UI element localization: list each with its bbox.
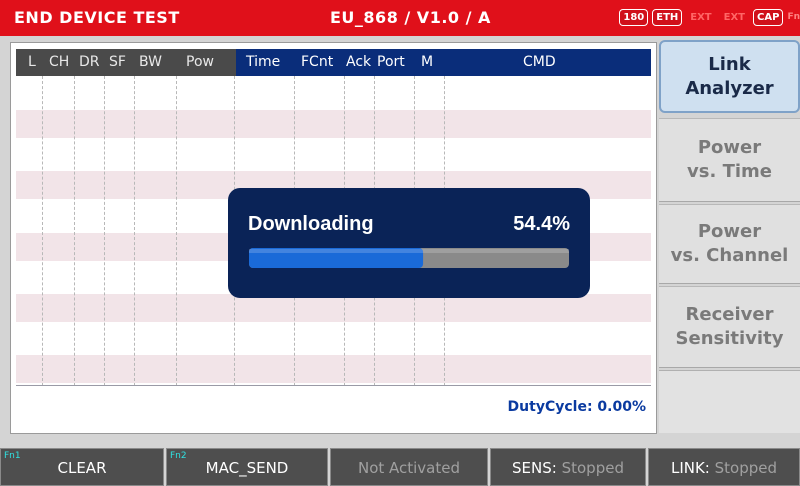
clear-button[interactable]: Fn1 CLEAR: [0, 448, 164, 486]
table-row: [16, 141, 651, 169]
not-activated-label: Not Activated: [357, 459, 461, 477]
col-header-port: Port: [377, 54, 405, 70]
col-header-ack: Ack: [346, 54, 372, 70]
col-header-dr: DR: [79, 54, 100, 70]
dialog-title: Downloading: [248, 213, 374, 235]
progress-gloss: [249, 249, 569, 253]
column-divider: [74, 76, 75, 386]
col-header-pow: Pow: [186, 54, 214, 70]
col-header-ch: CH: [49, 54, 70, 70]
sens-status-button[interactable]: SENS: Stopped: [490, 448, 646, 486]
badge-cap: CAP: [753, 9, 784, 26]
softkey-bar: Fn1 CLEAR Fn2 MAC_SEND Not Activated SEN…: [0, 448, 800, 486]
link-status: LINK: Stopped: [649, 459, 799, 477]
badge-eth: ETH: [652, 9, 683, 26]
col-header-sf: SF: [109, 54, 126, 70]
sidebar-item-power-vs-channel[interactable]: Power vs. Channel: [659, 204, 800, 284]
column-divider: [42, 76, 43, 386]
badge-180: 180: [619, 9, 649, 26]
mode-indicator: EU_868 / V1.0 / A: [330, 8, 491, 27]
table-header-frame: Time FCnt Ack Port M CMD: [236, 49, 651, 76]
duty-cycle-readout: DutyCycle: 0.00%: [507, 399, 646, 415]
link-status-button[interactable]: LINK: Stopped: [648, 448, 800, 486]
col-header-l: L: [28, 54, 36, 70]
downloading-dialog: Downloading 54.4%: [228, 188, 590, 298]
column-divider: [176, 76, 177, 386]
col-header-bw: BW: [139, 54, 162, 70]
table-row: [16, 325, 651, 353]
not-activated-button[interactable]: Not Activated: [330, 448, 488, 486]
table-header: L CH DR SF BW Pow Time FCnt Ack Port M C…: [16, 49, 651, 76]
link-value: Stopped: [714, 459, 778, 477]
col-header-time: Time: [246, 54, 281, 70]
sens-key: SENS:: [512, 459, 557, 477]
table-row: [16, 294, 651, 322]
column-divider: [104, 76, 105, 386]
column-divider: [134, 76, 135, 386]
sidebar-empty-slot: [659, 370, 800, 433]
sens-status: SENS: Stopped: [491, 459, 645, 477]
progress-percent: 54.4%: [513, 213, 570, 235]
link-key: LINK:: [670, 459, 710, 477]
sidebar-item-link-analyzer[interactable]: Link Analyzer: [659, 40, 800, 113]
badge-ext-2: EXT: [723, 12, 746, 23]
table-header-radio: L CH DR SF BW Pow: [16, 49, 236, 76]
col-header-cmd: CMD: [523, 54, 556, 70]
clear-label: CLEAR: [57, 459, 107, 477]
badge-ext-1: EXT: [690, 12, 712, 23]
col-header-fcnt: FCnt: [301, 54, 334, 70]
dialog-background: [228, 188, 590, 298]
mac-send-button[interactable]: Fn2 MAC_SEND: [166, 448, 328, 486]
table-bottom-border: [16, 385, 651, 386]
col-header-m: M: [421, 54, 434, 70]
table-row: [16, 355, 651, 383]
sidebar-item-receiver-sensitivity[interactable]: Receiver Sensitivity: [659, 286, 800, 368]
status-badges: 180 ETH EXT EXT CAP Fn: [619, 9, 800, 26]
title-bar: END DEVICE TEST EU_868 / V1.0 / A 180 ET…: [0, 0, 800, 36]
mac-send-label: MAC_SEND: [205, 459, 289, 477]
badge-fn: Fn: [787, 12, 800, 22]
table-row: [16, 76, 651, 104]
sidebar-item-power-vs-time[interactable]: Power vs. Time: [659, 118, 800, 202]
sens-value: Stopped: [561, 459, 624, 477]
table-row: [16, 110, 651, 138]
app-title: END DEVICE TEST: [14, 8, 180, 27]
